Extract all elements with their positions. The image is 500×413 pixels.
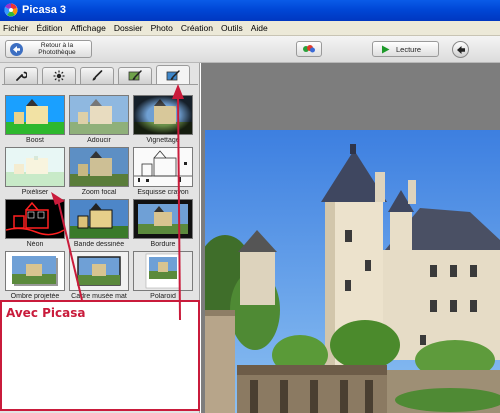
annotation-text: Avec Picasa (6, 306, 86, 320)
effect-thumbnail (5, 95, 65, 135)
color-effects-button[interactable] (296, 41, 322, 57)
menu-edition[interactable]: Édition (37, 23, 63, 33)
brush-icon (92, 70, 103, 81)
brush-icon (166, 69, 180, 80)
effect-thumbnail (69, 251, 129, 291)
menu-aide[interactable]: Aide (251, 23, 268, 33)
slideshow-play-button[interactable]: Lecture (372, 41, 439, 57)
effect-thumbnail (133, 199, 193, 239)
tab-effects-3[interactable] (156, 65, 190, 85)
effect-label: Esquisse crayon (137, 189, 189, 196)
picasa-logo-icon (4, 3, 18, 17)
effect-thumbnail (69, 95, 129, 135)
effect-label: Ombre projetée (10, 293, 60, 300)
back-to-library-button[interactable]: Retour à la Photothèque (5, 40, 92, 58)
back-label-line1: Retour à la (40, 42, 74, 49)
arrow-left-icon (456, 45, 465, 54)
effect-neon[interactable]: Néon (5, 199, 65, 248)
effect-boost[interactable]: Boost (5, 95, 65, 144)
effect-thumbnail (5, 147, 65, 187)
menu-affichage[interactable]: Affichage (71, 23, 106, 33)
effect-label: Cadre musée mat (71, 293, 127, 300)
effect-label: Boost (26, 137, 44, 144)
tab-tuning[interactable] (42, 67, 76, 84)
effect-thumbnail (133, 147, 193, 187)
effect-bordure[interactable]: Bordure (133, 199, 193, 248)
effect-adoucir[interactable]: Adoucir (69, 95, 129, 144)
tab-divider (2, 84, 198, 85)
effect-thumbnail (5, 251, 65, 291)
window-title: Picasa 3 (22, 4, 67, 16)
sun-icon (53, 70, 65, 82)
annotation-box: Avec Picasa (0, 300, 200, 411)
play-label: Lecture (396, 44, 422, 54)
effect-label: Bordure (150, 241, 176, 248)
effect-thumbnail (69, 147, 129, 187)
castle-photo (205, 130, 500, 413)
menu-dossier[interactable]: Dossier (114, 23, 143, 33)
effect-esquisse-crayon[interactable]: Esquisse crayon (133, 147, 193, 196)
tab-basic-fixes[interactable] (4, 67, 38, 84)
photo-viewer (201, 63, 500, 413)
effect-zoom-focal[interactable]: Zoom focal (69, 147, 129, 196)
effect-bande-dessinee[interactable]: Bande dessinée (69, 199, 129, 248)
back-label-line2: Photothèque (38, 49, 76, 56)
effect-label: Zoom focal (81, 189, 117, 196)
back-button-label: Retour à la Photothèque (23, 42, 91, 56)
effect-thumbnail (5, 199, 65, 239)
effect-ombre-projetee[interactable]: Ombre projetée (5, 251, 65, 300)
effect-vignettage[interactable]: Vignettage (133, 95, 193, 144)
effect-label: Bande dessinée (73, 241, 125, 248)
effect-polaroid[interactable]: Polaroid (133, 251, 193, 300)
tab-effects-1[interactable] (80, 67, 114, 84)
effect-pixeliser[interactable]: Pixéliser (5, 147, 65, 196)
edit-tabs (2, 65, 198, 85)
toolbar: Retour à la Photothèque Lecture (0, 36, 500, 63)
effect-label: Polaroid (150, 293, 176, 300)
color-dots-icon (303, 45, 315, 53)
menu-outils[interactable]: Outils (221, 23, 243, 33)
effect-thumbnail (133, 95, 193, 135)
brush-icon (128, 70, 142, 81)
tab-effects-2[interactable] (118, 67, 152, 84)
effect-thumbnail (69, 199, 129, 239)
menu-bar: Fichier Édition Affichage Dossier Photo … (0, 21, 500, 36)
effect-label: Adoucir (87, 137, 111, 144)
wrench-icon (16, 71, 27, 81)
menu-photo[interactable]: Photo (151, 23, 173, 33)
effect-cadre-musee-mat[interactable]: Cadre musée mat (69, 251, 129, 300)
effect-label: Vignettage (146, 137, 180, 144)
effect-label: Pixéliser (21, 189, 49, 196)
title-bar: Picasa 3 (0, 0, 500, 21)
previous-button[interactable] (452, 41, 469, 58)
play-icon (382, 45, 390, 53)
menu-fichier[interactable]: Fichier (3, 23, 29, 33)
effect-label: Néon (26, 241, 44, 248)
effect-thumbnail (133, 251, 193, 291)
menu-creation[interactable]: Création (181, 23, 213, 33)
arrow-left-icon (10, 42, 23, 56)
